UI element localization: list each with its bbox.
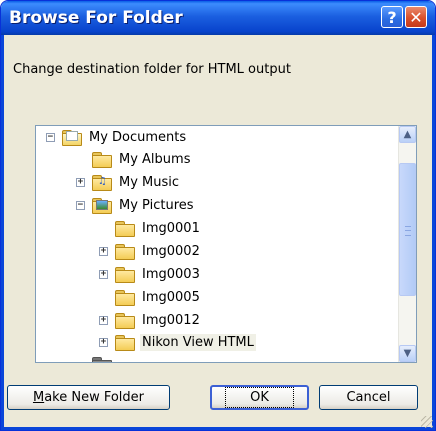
grip-icon [405, 226, 411, 236]
make-new-folder-button[interactable]: Make New Folder [7, 385, 170, 410]
close-button[interactable]: ✕ [405, 6, 427, 28]
help-button[interactable]: ? [381, 6, 403, 28]
tree-item-my-documents[interactable]: − My Documents [46, 126, 188, 148]
tree-item-my-pictures[interactable]: − My Pictures [76, 194, 196, 216]
vertical-scrollbar[interactable]: ▲ ▼ [398, 126, 416, 362]
close-icon: ✕ [409, 7, 423, 27]
tree-item-img0003[interactable]: + Img0003 [99, 263, 202, 285]
scroll-down-icon: ▼ [403, 348, 412, 359]
expand-icon[interactable]: + [99, 246, 108, 256]
expand-icon[interactable]: + [99, 269, 108, 279]
tree-item-label: Img0002 [142, 243, 200, 259]
tree-item-my-music[interactable]: + ♫ My Music [76, 171, 181, 193]
folder-icon [92, 151, 112, 168]
video-folder-icon [92, 356, 112, 362]
scroll-up-button[interactable]: ▲ [399, 126, 416, 143]
folder-icon [115, 266, 135, 283]
button-label: Cancel [346, 390, 391, 405]
button-label: OK [225, 387, 294, 408]
folder-icon [115, 243, 135, 260]
tree-item-img0005[interactable]: Img0005 [99, 286, 202, 308]
mnemonic-letter: M [32, 390, 45, 405]
tree-item-img0001[interactable]: Img0001 [99, 217, 202, 239]
tree-item-img0012[interactable]: + Img0012 [99, 309, 202, 331]
tree-item-partial[interactable] [92, 353, 112, 362]
window-border-bottom [1, 427, 435, 430]
documents-folder-icon [62, 129, 82, 146]
tree-item-label: My Music [119, 174, 180, 190]
tree-item-label: Img0001 [142, 220, 200, 236]
tree-item-my-albums[interactable]: My Albums [76, 148, 192, 170]
window-border-left [1, 35, 4, 430]
cancel-button[interactable]: Cancel [319, 385, 418, 410]
expand-icon[interactable]: + [99, 337, 108, 347]
tree-item-label: Img0012 [142, 312, 200, 328]
tree-item-nikon-view-html[interactable]: + Nikon View HTML [99, 331, 256, 353]
tree-item-label: Img0005 [142, 289, 200, 305]
folder-icon [115, 334, 135, 351]
browse-for-folder-dialog: Browse For Folder ? ✕ Change destination… [0, 0, 436, 431]
tree-item-label: Nikon View HTML [140, 333, 256, 351]
title-bar[interactable]: Browse For Folder ? ✕ [1, 1, 435, 35]
folder-icon [115, 289, 135, 306]
window-title: Browse For Folder [9, 8, 183, 28]
window-border-right [432, 35, 435, 430]
tree-item-label: Img0003 [142, 266, 200, 282]
expand-icon[interactable]: + [76, 177, 85, 187]
scroll-down-button[interactable]: ▼ [399, 345, 416, 362]
folder-icon [115, 220, 135, 237]
tree-item-label: My Albums [119, 151, 191, 167]
tree-item-label: My Pictures [119, 197, 194, 213]
expand-icon[interactable]: + [99, 315, 108, 325]
button-label: ake New Folder [44, 390, 145, 405]
dialog-description: Change destination folder for HTML outpu… [13, 62, 291, 77]
scroll-up-icon: ▲ [403, 129, 412, 140]
ok-button[interactable]: OK [210, 385, 309, 410]
help-icon: ? [387, 7, 397, 27]
music-folder-icon: ♫ [92, 174, 112, 191]
pictures-folder-icon [92, 197, 112, 214]
tree-item-img0002[interactable]: + Img0002 [99, 240, 202, 262]
folder-icon [115, 312, 135, 329]
folder-tree[interactable]: − My Documents My Albums + ♫ My Music − … [35, 125, 417, 363]
collapse-icon[interactable]: − [76, 200, 85, 210]
scrollbar-thumb[interactable] [399, 163, 416, 296]
resize-grip-icon[interactable] [421, 416, 433, 428]
tree-item-label: My Documents [89, 129, 187, 145]
collapse-icon[interactable]: − [46, 132, 55, 142]
